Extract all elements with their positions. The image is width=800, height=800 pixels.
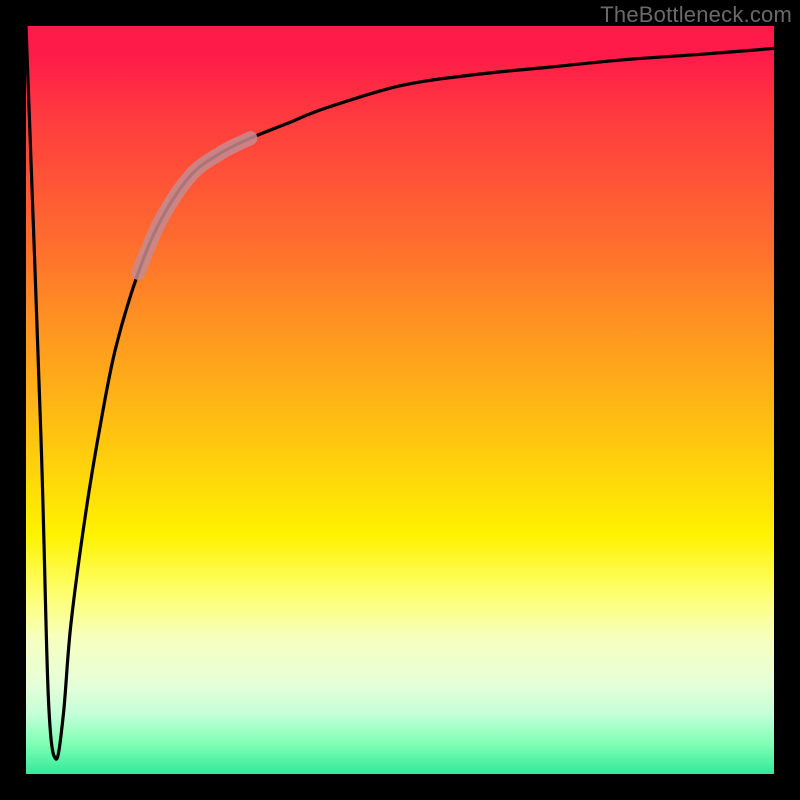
curve-svg <box>26 26 774 774</box>
bottleneck-curve-path <box>26 26 774 759</box>
watermark-text: TheBottleneck.com <box>600 2 792 28</box>
plot-area <box>26 26 774 774</box>
chart-frame: TheBottleneck.com <box>0 0 800 800</box>
highlight-segment-path <box>138 138 250 273</box>
